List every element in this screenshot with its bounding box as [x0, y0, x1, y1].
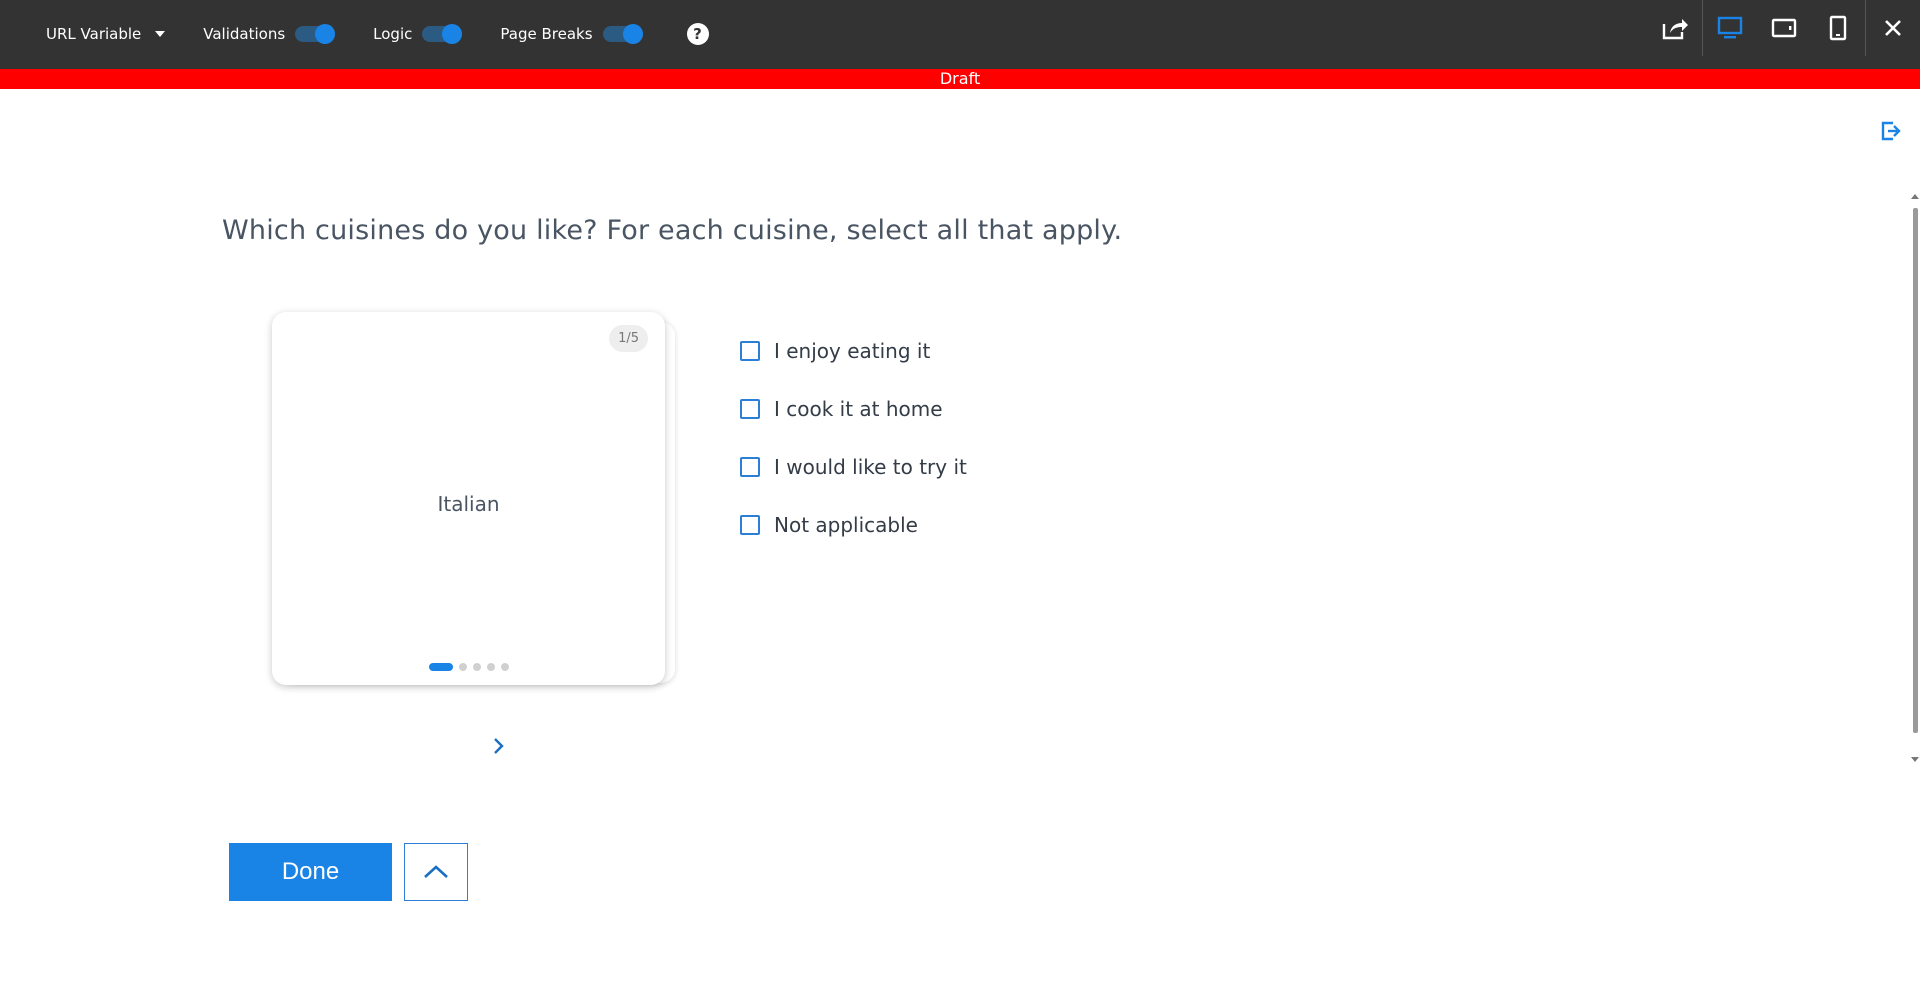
next-card-chevron-icon[interactable] — [491, 734, 507, 762]
chevron-up-icon — [424, 865, 448, 878]
tablet-view-icon[interactable] — [1757, 1, 1811, 55]
toolbar-left: URL Variable Validations Logic Page Brea… — [46, 21, 709, 47]
scroll-up-button[interactable] — [404, 843, 468, 901]
toggle-knob — [315, 24, 336, 44]
draft-status-banner: Draft — [0, 69, 1920, 89]
help-icon[interactable]: ? — [686, 23, 709, 45]
scroll-up-arrow[interactable] — [1911, 194, 1919, 199]
exit-icon[interactable] — [1880, 120, 1902, 146]
option-enjoy-eating[interactable]: I enjoy eating it — [740, 333, 967, 369]
card-carousel: 1/5 Italian — [272, 312, 675, 685]
url-variable-label: URL Variable — [46, 25, 142, 43]
draft-label: Draft — [939, 69, 981, 88]
scrollbar-thumb[interactable] — [1913, 208, 1918, 733]
option-label: I enjoy eating it — [774, 339, 931, 363]
pagination-dot-2[interactable] — [458, 663, 467, 671]
toggle-knob — [622, 24, 643, 44]
option-would-like-to-try[interactable]: I would like to try it — [740, 449, 967, 485]
logic-toggle-group: Logic — [373, 24, 463, 44]
close-icon[interactable] — [1866, 1, 1920, 55]
checkbox[interactable] — [740, 515, 760, 535]
option-cook-at-home[interactable]: I cook it at home — [740, 391, 967, 427]
top-toolbar: URL Variable Validations Logic Page Brea… — [0, 0, 1920, 69]
page-breaks-label: Page Breaks — [500, 25, 593, 43]
checkbox[interactable] — [740, 399, 760, 419]
page-breaks-toggle-group: Page Breaks — [500, 24, 643, 44]
pagination-dot-5[interactable] — [500, 663, 509, 671]
option-label: I would like to try it — [774, 455, 967, 479]
validations-label: Validations — [203, 25, 286, 43]
pagination-dot-1[interactable] — [428, 663, 453, 671]
question-title: Which cuisines do you like? For each cui… — [222, 215, 1123, 246]
url-variable-dropdown[interactable]: URL Variable — [46, 25, 166, 43]
done-button[interactable]: Done — [229, 843, 392, 901]
page-scrollbar[interactable] — [1910, 192, 1920, 764]
card-counter-badge: 1/5 — [609, 325, 648, 352]
chevron-down-icon — [155, 31, 166, 37]
toolbar-right — [1648, 0, 1920, 56]
cuisine-card[interactable]: 1/5 Italian — [272, 312, 665, 685]
mobile-view-icon[interactable] — [1811, 1, 1865, 55]
card-label: Italian — [437, 492, 500, 516]
pagination-dot-4[interactable] — [486, 663, 495, 671]
pagination-dot-3[interactable] — [472, 663, 481, 671]
answer-options: I enjoy eating it I cook it at home I wo… — [740, 333, 967, 565]
checkbox[interactable] — [740, 341, 760, 361]
logic-label: Logic — [373, 25, 413, 43]
desktop-view-icon[interactable] — [1703, 1, 1757, 55]
option-label: Not applicable — [774, 513, 918, 537]
share-icon[interactable] — [1648, 1, 1702, 55]
option-label: I cook it at home — [774, 397, 943, 421]
option-not-applicable[interactable]: Not applicable — [740, 507, 967, 543]
toggle-knob — [442, 24, 463, 44]
validations-toggle[interactable] — [295, 24, 336, 44]
validations-toggle-group: Validations — [203, 24, 336, 44]
checkbox[interactable] — [740, 457, 760, 477]
logic-toggle[interactable] — [422, 24, 463, 44]
scroll-down-arrow[interactable] — [1911, 757, 1919, 762]
card-pagination-dots — [272, 663, 665, 671]
page-breaks-toggle[interactable] — [602, 24, 643, 44]
